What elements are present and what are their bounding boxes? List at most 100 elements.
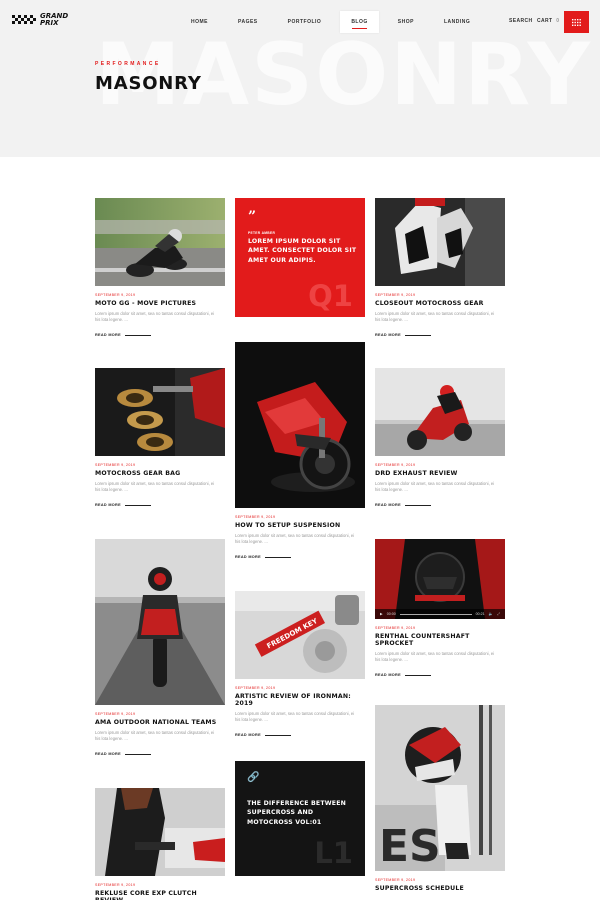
- quote-block: ” PETER AMBER LOREM IPSUM DOLOR SIT AMET…: [235, 198, 365, 317]
- post-image-rider-woman[interactable]: [95, 788, 225, 876]
- post-title[interactable]: MOTOCROSS GEAR BAG: [95, 470, 225, 477]
- post-card: SEPTEMBER 9, 2019 HOW TO SETUP SUSPENSIO…: [235, 342, 365, 559]
- post-card: SEPTEMBER 9, 2019 CLOSEOUT MOTOCROSS GEA…: [375, 198, 505, 337]
- read-more-label: READ MORE: [375, 502, 401, 507]
- post-title[interactable]: REKLUSE CORE EXP CLUTCH REVIEW: [95, 890, 225, 900]
- read-more-link[interactable]: READ MORE: [95, 752, 225, 756]
- nav-blog[interactable]: BLOG: [340, 11, 379, 33]
- post-date: SEPTEMBER 9, 2019: [375, 463, 416, 467]
- post-title[interactable]: RENTHAL COUNTERSHAFT SPROCKET: [375, 633, 505, 647]
- post-card: SEPTEMBER 9, 2019 AMA OUTDOOR NATIONAL T…: [95, 539, 225, 756]
- post-card: SEPTEMBER 9, 2019 MOTOCROSS GEAR BAG Lor…: [95, 368, 225, 507]
- logo-text: GRAND PRIX: [40, 12, 69, 27]
- video-player[interactable]: ▶ 00:00 00:21 🔈 ⤢: [375, 539, 505, 619]
- link-tag: L1: [314, 836, 353, 870]
- main-nav: HOME PAGES PORTFOLIO BLOG SHOP LANDING: [180, 11, 489, 33]
- read-more-label: READ MORE: [375, 332, 401, 337]
- read-more-label: READ MORE: [95, 502, 121, 507]
- post-title[interactable]: MOTO GG - MOVE PICTURES: [95, 300, 225, 307]
- link-card[interactable]: 🔗 THE DIFFERENCE BETWEEN SUPERCROSS AND …: [235, 761, 365, 876]
- post-excerpt: Lorem ipsum dolor sit amet, sea no tanta…: [375, 311, 495, 323]
- checkered-flag-icon: [12, 15, 36, 24]
- quote-author: PETER AMBER: [248, 231, 276, 235]
- post-excerpt: Lorem ipsum dolor sit amet, sea no tanta…: [95, 481, 215, 493]
- read-more-label: READ MORE: [235, 554, 261, 559]
- post-title[interactable]: DRD EXHAUST REVIEW: [375, 470, 505, 477]
- quote-text: LOREM IPSUM DOLOR SIT AMET. CONSECTET DO…: [248, 238, 357, 264]
- quote-tag: Q1: [308, 279, 353, 313]
- volume-icon[interactable]: 🔈: [489, 612, 493, 616]
- grid-menu-icon: [572, 18, 581, 26]
- read-more-link[interactable]: READ MORE: [235, 555, 365, 559]
- video-progress-track[interactable]: [399, 613, 472, 615]
- post-excerpt: Lorem ipsum dolor sit amet, sea no tanta…: [95, 311, 215, 323]
- post-card: ES SEPTEMBER 9, 2019 SUPERCROSS SCHEDULE: [375, 705, 505, 892]
- post-date: SEPTEMBER 9, 2019: [235, 686, 276, 690]
- post-title[interactable]: CLOSEOUT MOTOCROSS GEAR: [375, 300, 505, 307]
- read-more-link[interactable]: READ MORE: [95, 503, 225, 507]
- post-title[interactable]: HOW TO SETUP SUSPENSION: [235, 522, 365, 529]
- post-date: SEPTEMBER 9, 2019: [375, 293, 416, 297]
- read-more-label: READ MORE: [375, 672, 401, 677]
- post-image-rider-leaning[interactable]: [375, 368, 505, 456]
- post-image-helmet-stand[interactable]: ES: [375, 705, 505, 871]
- quote-card[interactable]: ” PETER AMBER LOREM IPSUM DOLOR SIT AMET…: [235, 198, 365, 317]
- post-excerpt: Lorem ipsum dolor sit amet, sea no tanta…: [375, 651, 495, 663]
- post-image-exhaust-pipes[interactable]: [95, 368, 225, 456]
- read-more-label: READ MORE: [95, 751, 121, 756]
- post-card: SEPTEMBER 9, 2019 REKLUSE CORE EXP CLUTC…: [95, 788, 225, 900]
- post-excerpt: Lorem ipsum dolor sit amet, sea no tanta…: [375, 481, 495, 493]
- post-image-rider-rear-view[interactable]: [95, 539, 225, 705]
- post-date: SEPTEMBER 9, 2019: [95, 293, 136, 297]
- post-excerpt: Lorem ipsum dolor sit amet, sea no tanta…: [235, 711, 355, 723]
- nav-landing[interactable]: LANDING: [433, 11, 481, 33]
- post-image-freedom-key[interactable]: FREEDOM KEY: [235, 591, 365, 679]
- read-more-label: READ MORE: [95, 332, 121, 337]
- menu-button[interactable]: [564, 11, 589, 33]
- post-image-racer-on-track[interactable]: [95, 198, 225, 286]
- read-more-line: [264, 734, 291, 736]
- post-date: SEPTEMBER 9, 2019: [375, 626, 416, 630]
- post-image-gloved-hands[interactable]: [375, 198, 505, 286]
- read-more-link[interactable]: READ MORE: [375, 333, 505, 337]
- logo[interactable]: GRAND PRIX: [12, 13, 70, 27]
- play-icon[interactable]: ▶: [380, 612, 383, 616]
- post-title[interactable]: AMA OUTDOOR NATIONAL TEAMS: [95, 719, 225, 726]
- read-more-link[interactable]: READ MORE: [95, 333, 225, 337]
- read-more-line: [124, 753, 151, 755]
- post-card: FREEDOM KEY SEPTEMBER 9, 2019 ARTISTIC R…: [235, 591, 365, 737]
- post-date: SEPTEMBER 9, 2019: [95, 883, 136, 887]
- link-icon: 🔗: [247, 772, 260, 783]
- post-date: SEPTEMBER 9, 2019: [95, 463, 136, 467]
- cart-link[interactable]: CART 0: [537, 18, 559, 24]
- page-title: MASONRY: [95, 73, 202, 94]
- quote-icon: ”: [248, 209, 257, 225]
- fullscreen-icon[interactable]: ⤢: [497, 612, 500, 616]
- video-controls: ▶ 00:00 00:21 🔈 ⤢: [375, 609, 505, 619]
- post-image-sportbike-dark[interactable]: [235, 342, 365, 508]
- link-text: THE DIFFERENCE BETWEEN SUPERCROSS AND MO…: [247, 800, 347, 826]
- stand-text: ES: [379, 821, 441, 871]
- read-more-link[interactable]: READ MORE: [235, 733, 365, 737]
- read-more-label: READ MORE: [235, 732, 261, 737]
- post-excerpt: Lorem ipsum dolor sit amet, sea no tanta…: [95, 730, 215, 742]
- post-date: SEPTEMBER 9, 2019: [95, 712, 136, 716]
- read-more-link[interactable]: READ MORE: [375, 673, 505, 677]
- post-excerpt: Lorem ipsum dolor sit amet, sea no tanta…: [235, 533, 355, 545]
- read-more-line: [404, 674, 431, 676]
- read-more-link[interactable]: READ MORE: [375, 503, 505, 507]
- page-header: MASONRY GRAND PRIX HOME PAGES PORTFOLIO …: [0, 0, 600, 157]
- post-title[interactable]: SUPERCROSS SCHEDULE: [375, 885, 505, 892]
- post-title[interactable]: ARTISTIC REVIEW OF IRONMAN: 2019: [235, 693, 365, 707]
- search-link[interactable]: SEARCH: [509, 18, 533, 24]
- nav-shop[interactable]: SHOP: [387, 11, 425, 33]
- read-more-line: [404, 504, 431, 506]
- nav-home[interactable]: HOME: [180, 11, 219, 33]
- post-date: SEPTEMBER 9, 2019: [375, 878, 416, 882]
- link-block: 🔗 THE DIFFERENCE BETWEEN SUPERCROSS AND …: [235, 761, 365, 876]
- nav-portfolio[interactable]: PORTFOLIO: [277, 11, 333, 33]
- nav-pages[interactable]: PAGES: [227, 11, 269, 33]
- post-card: ▶ 00:00 00:21 🔈 ⤢ SEPTEMBER 9, 2019 RENT…: [375, 539, 505, 677]
- video-total-time: 00:21: [475, 612, 485, 616]
- post-card: SEPTEMBER 9, 2019 MOTO GG - MOVE PICTURE…: [95, 198, 225, 337]
